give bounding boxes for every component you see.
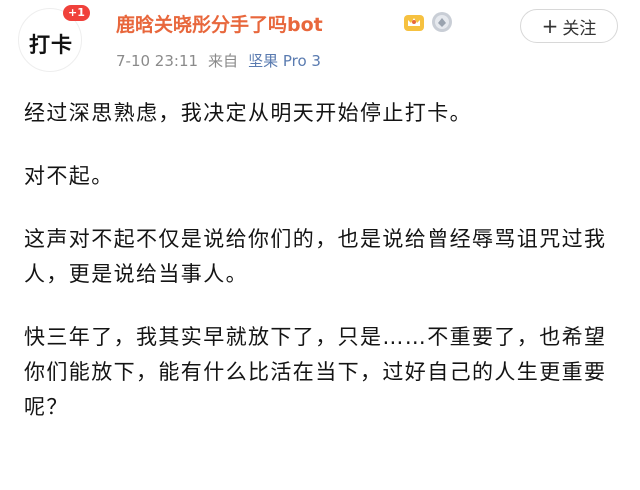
avatar-badge: +1 — [63, 5, 90, 21]
post-paragraph: 这声对不起不仅是说给你们的，也是说给曾经辱骂诅咒过我人，更是说给当事人。 — [24, 227, 607, 286]
post-time: 7-10 23:11 — [116, 52, 199, 70]
follow-button-label: 关注 — [562, 18, 597, 39]
plus-icon: + — [541, 14, 559, 38]
source-prefix: 来自 — [208, 52, 239, 70]
avatar[interactable]: 打卡 +1 — [18, 5, 90, 72]
username[interactable]: 鹿晗关晓彤分手了吗bot — [116, 10, 323, 37]
crown-icon — [404, 15, 424, 31]
post-paragraph: 快三年了，我其实早就放下了，只是……不重要了，也希望你们能放下，能有什么比活在当… — [24, 325, 607, 419]
post-paragraph: 对不起。 — [24, 164, 114, 188]
post-paragraph: 经过深思熟虑，我决定从明天开始停止打卡。 — [24, 101, 472, 125]
post-body: 经过深思熟虑，我决定从明天开始停止打卡。 对不起。 这声对不起不仅是说给你们的，… — [24, 96, 620, 453]
post-header: 打卡 +1 鹿晗关晓彤分手了吗bot 7-10 23:11 来自 坚果 Pro 3 … — [0, 0, 640, 80]
avatar-text: 打卡 — [29, 33, 73, 57]
post-meta: 7-10 23:11 来自 坚果 Pro 3 — [116, 50, 321, 71]
source-app-link[interactable]: 坚果 Pro 3 — [248, 52, 321, 70]
follow-button[interactable]: + 关注 — [520, 9, 618, 43]
medal-icon — [432, 12, 452, 32]
